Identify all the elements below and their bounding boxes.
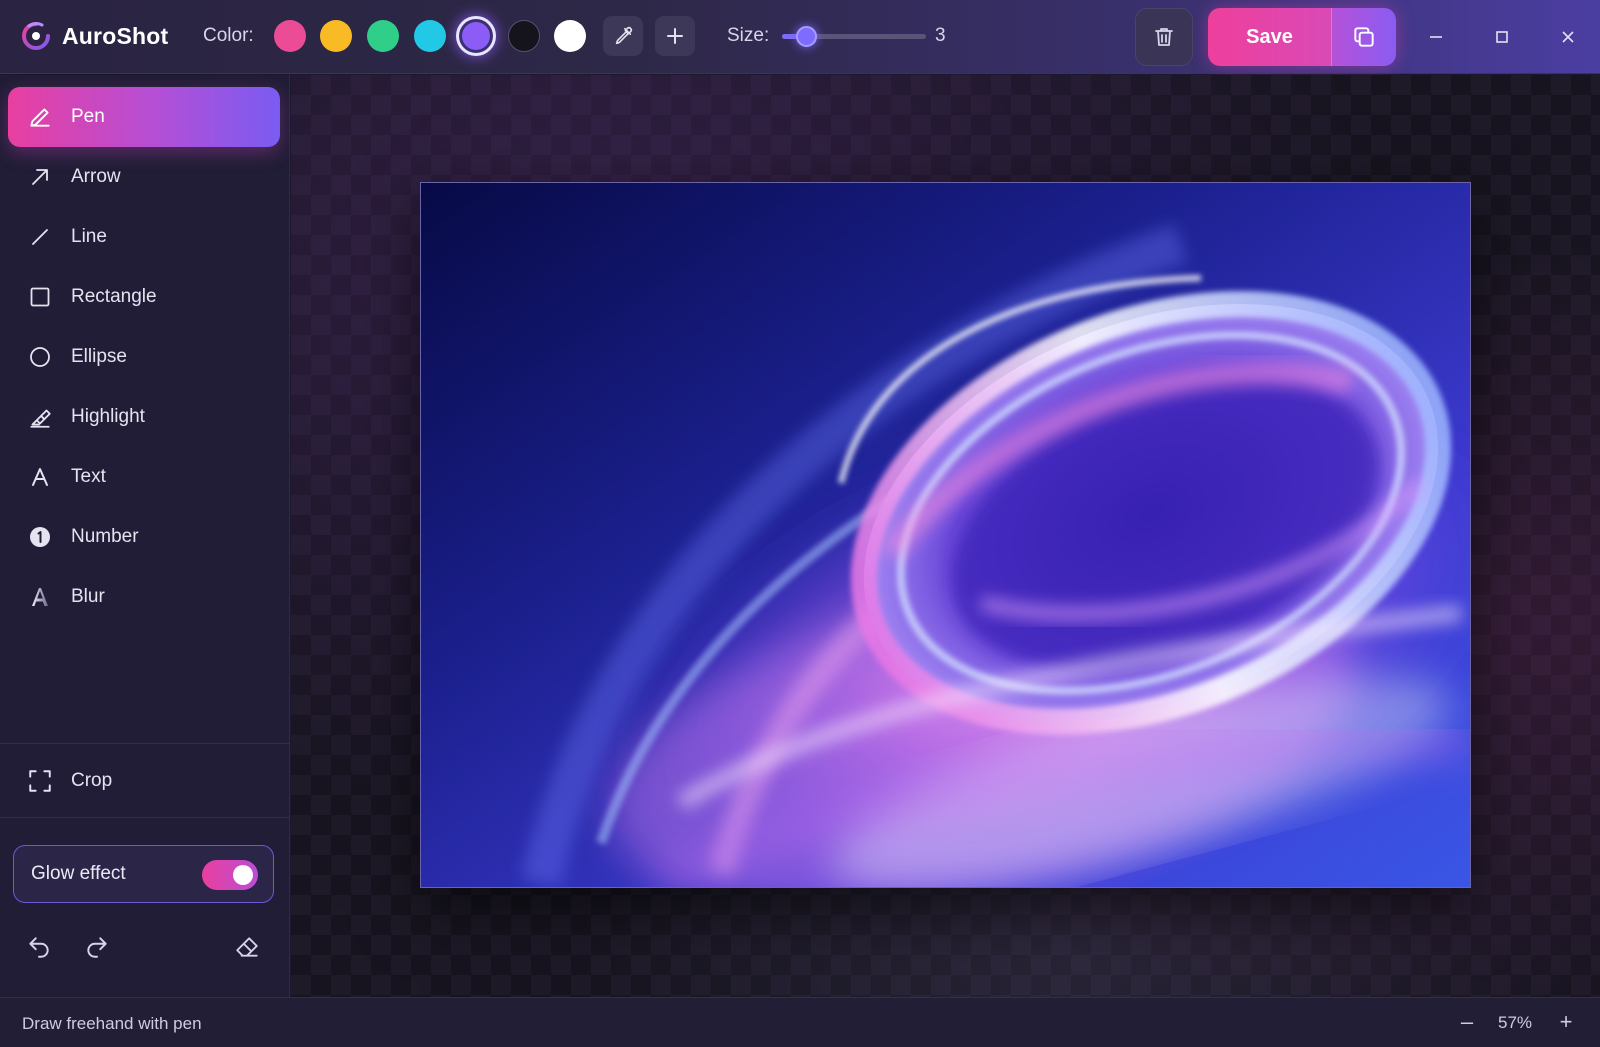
add-color-button[interactable] — [655, 16, 695, 56]
color-swatch-green[interactable] — [367, 20, 399, 52]
abstract-swirl-image — [421, 183, 1470, 887]
brand: AuroShot — [20, 20, 168, 52]
tool-label: Blur — [71, 586, 105, 607]
canvas-area[interactable] — [291, 75, 1600, 997]
color-swatch-pink[interactable] — [274, 20, 306, 52]
glow-effect-setting: Glow effect — [13, 845, 274, 903]
pen-icon — [26, 103, 54, 131]
number-badge-icon — [26, 523, 54, 551]
tool-label: Number — [71, 526, 139, 547]
sidebar-divider — [0, 743, 290, 744]
line-icon — [26, 223, 54, 251]
tool-label: Line — [71, 226, 107, 247]
copy-button[interactable] — [1332, 8, 1396, 66]
eyedropper-button[interactable] — [603, 16, 643, 56]
zoom-level: 57% — [1498, 1013, 1533, 1032]
blur-icon — [26, 583, 54, 611]
tool-label: Highlight — [71, 406, 145, 427]
glow-effect-label: Glow effect — [31, 863, 126, 884]
color-swatch-black[interactable] — [508, 20, 540, 52]
trash-icon — [1155, 28, 1173, 46]
color-swatch-amber[interactable] — [320, 20, 352, 52]
tool-number[interactable]: Number — [8, 507, 280, 567]
zoom-out-button[interactable]: – — [1454, 1009, 1480, 1035]
highlighter-icon — [26, 403, 54, 431]
tool-label: Rectangle — [71, 286, 157, 307]
crop-icon — [26, 767, 54, 795]
status-bar: Draw freehand with pen – 57% + — [0, 997, 1600, 1047]
tool-label: Pen — [71, 106, 105, 127]
tool-line[interactable]: Line — [8, 207, 280, 267]
save-group: Save — [1208, 8, 1396, 66]
size-value: 3 — [935, 25, 946, 46]
tool-label: Arrow — [71, 166, 121, 187]
tool-label: Ellipse — [71, 346, 127, 367]
top-toolbar: AuroShot Color: Size: 3 Save — [0, 0, 1600, 74]
tool-arrow[interactable]: Arrow — [8, 147, 280, 207]
tool-pen[interactable]: Pen — [8, 87, 280, 147]
redo-button[interactable] — [82, 932, 112, 962]
editing-image[interactable] — [420, 182, 1471, 888]
close-icon — [1562, 31, 1574, 43]
arrow-icon — [26, 163, 54, 191]
size-slider-thumb[interactable] — [796, 26, 818, 47]
glow-effect-toggle[interactable] — [202, 860, 258, 890]
maximize-icon — [1496, 31, 1508, 43]
tool-label: Text — [71, 466, 106, 487]
minimize-button[interactable] — [1421, 22, 1451, 52]
color-swatch-violet[interactable] — [456, 16, 496, 56]
undo-button[interactable] — [24, 932, 54, 962]
app-logo-icon — [22, 22, 50, 50]
tool-text[interactable]: Text — [8, 447, 280, 507]
plus-icon — [667, 28, 683, 44]
close-button[interactable] — [1553, 22, 1583, 52]
app-title: AuroShot — [62, 22, 169, 49]
tool-crop[interactable]: Crop — [8, 751, 280, 811]
tool-sidebar: Pen Arrow Line Rectangle Ellipse Highlig… — [0, 75, 290, 997]
undo-icon — [29, 937, 49, 958]
tool-ellipse[interactable]: Ellipse — [8, 327, 280, 387]
status-hint: Draw freehand with pen — [22, 1014, 202, 1033]
delete-button[interactable] — [1135, 8, 1193, 66]
tool-highlight[interactable]: Highlight — [8, 387, 280, 447]
text-icon — [26, 463, 54, 491]
eraser-icon — [236, 937, 258, 957]
redo-icon — [87, 937, 107, 958]
rectangle-icon — [26, 283, 54, 311]
color-label: Color: — [203, 25, 254, 46]
tool-blur[interactable]: Blur — [8, 567, 280, 627]
size-label: Size: — [727, 25, 770, 46]
toggle-knob — [233, 865, 253, 885]
ellipse-icon — [26, 343, 54, 371]
tool-rectangle[interactable]: Rectangle — [8, 267, 280, 327]
color-swatch-white[interactable] — [554, 20, 586, 52]
copy-icon — [1354, 27, 1374, 47]
tool-label: Crop — [71, 770, 113, 791]
sidebar-divider — [0, 817, 290, 818]
color-swatch-cyan[interactable] — [414, 20, 446, 52]
eraser-button[interactable] — [232, 932, 262, 962]
size-slider[interactable] — [782, 26, 926, 47]
save-button[interactable]: Save — [1208, 8, 1332, 66]
minimize-icon — [1430, 36, 1442, 38]
eyedropper-icon — [615, 26, 633, 45]
zoom-in-button[interactable]: + — [1553, 1009, 1579, 1035]
maximize-button[interactable] — [1487, 22, 1517, 52]
